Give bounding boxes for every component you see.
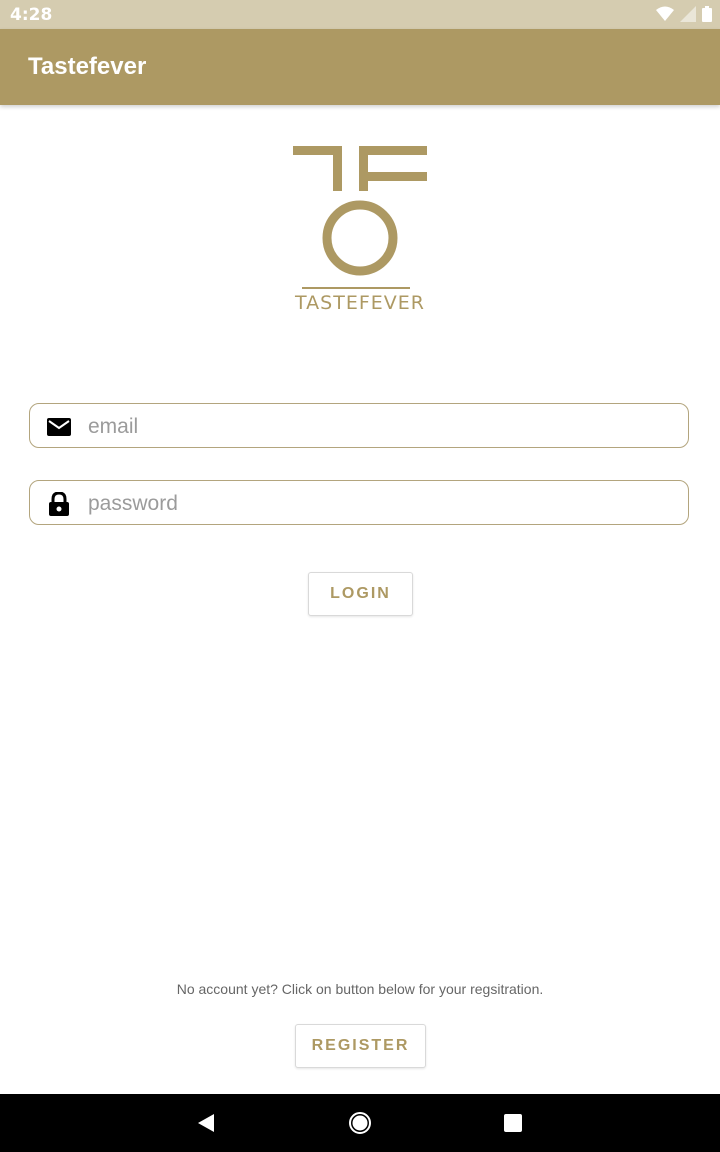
home-icon[interactable]: [348, 1111, 372, 1135]
password-field[interactable]: [29, 480, 689, 525]
login-screen: 4:28 Tastefever TASTEFEVER email LOGIN N…: [0, 0, 720, 1152]
recents-icon[interactable]: [501, 1111, 525, 1135]
status-icons: [656, 6, 712, 22]
lock-icon: [49, 492, 69, 516]
password-input[interactable]: [86, 485, 670, 523]
wifi-icon: [656, 6, 674, 21]
battery-icon: [702, 6, 712, 22]
email-field[interactable]: [29, 403, 689, 448]
signal-icon: [680, 6, 696, 22]
app-title: Tastefever: [28, 53, 147, 80]
registration-hint: No account yet? Click on button below fo…: [176, 981, 544, 997]
navigation-bar: [0, 1094, 720, 1152]
email-input[interactable]: [86, 408, 670, 446]
app-bar: Tastefever: [0, 29, 720, 105]
status-time: 4:28: [10, 5, 53, 25]
status-bar: 4:28: [0, 0, 720, 29]
register-button[interactable]: REGISTER: [295, 1024, 426, 1068]
mail-icon: [47, 418, 71, 436]
back-icon[interactable]: [194, 1111, 218, 1135]
login-button[interactable]: LOGIN: [308, 572, 413, 616]
logo-caption: TASTEFEVER: [295, 292, 425, 314]
